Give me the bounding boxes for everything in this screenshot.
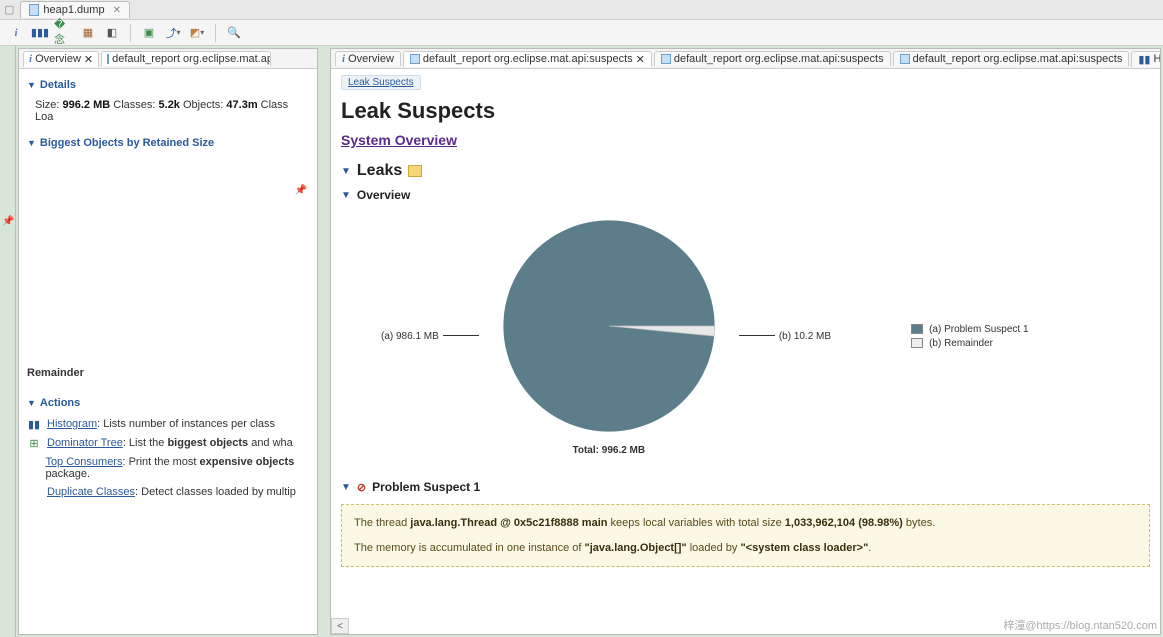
action-link[interactable]: Dominator Tree [47,437,123,449]
twistie-icon: ▼ [341,482,351,493]
breadcrumb-link[interactable]: Leak Suspects [348,77,414,88]
editor-tabbar: ▢ heap1.dump ✕ [0,0,1163,20]
action-duplicate-classes[interactable]: Duplicate Classes: Detect classes loaded… [27,483,309,501]
tab-report-2[interactable]: default_report org.eclipse.mat.api:suspe… [654,51,891,66]
pin-icon[interactable]: 📌 [2,216,14,227]
histogram-button[interactable]: ▮▮▮ [30,23,50,43]
details-header[interactable]: ▼ Details [27,73,309,97]
pin-icon[interactable]: 📌 [295,185,307,196]
heapdump-icon [29,4,39,16]
pie-total-label: Total: 996.2 MB [499,445,719,456]
details-section: ▼ Details Size: 996.2 MB Classes: 5.2k O… [19,69,317,359]
biggest-objects-header[interactable]: ▼ Biggest Objects by Retained Size [27,131,309,155]
report-icon [900,54,910,64]
detail-button[interactable]: ◧ [102,23,122,43]
blank-icon [27,486,41,498]
actions-header[interactable]: ▼ Actions [27,391,309,415]
legend-swatch-icon [911,324,923,334]
histogram-icon: ▮▮ [1138,53,1150,66]
action-histogram[interactable]: ▮▮ Histogram: Lists number of instances … [27,415,309,434]
action-dominator-tree[interactable]: ⊞ Dominator Tree: List the biggest objec… [27,434,309,453]
file-tab-heap1[interactable]: heap1.dump ✕ [20,1,130,18]
group-button[interactable]: ▦ [78,23,98,43]
folder-icon [408,165,422,177]
biggest-objects-body: 📌 [27,155,309,355]
pie-label-b: (b) 10.2 MB [739,331,831,342]
problem-text-2: The memory is accumulated in one instanc… [354,540,1137,557]
legend-item-b: (b) Remainder [911,338,1029,349]
info-button[interactable]: i [6,23,26,43]
actions-section: ▼ Actions ▮▮ Histogram: Lists number of … [19,387,317,505]
legend-swatch-icon [911,338,923,348]
leaks-header[interactable]: ▼ Leaks [341,162,1150,180]
toolbar: i ▮▮▮ �念 ▦ ◧ ▣ ⤴▾ ◩▾ 🔍 [0,20,1163,46]
export-button[interactable]: ⤴▾ [163,23,183,43]
twistie-icon: ▼ [27,138,36,148]
close-icon[interactable]: ✕ [636,53,645,66]
right-tabbar: iOverview default_report org.eclipse.mat… [331,49,1160,69]
remainder-label: Remainder [19,359,317,387]
close-tab-icon[interactable]: ✕ [113,5,121,16]
report-icon [410,54,420,64]
pie-chart-area: (a) 986.1 MB Total: 996.2 MB (b) 10.2 MB [341,206,1150,466]
tab-overview-label: Overview [35,53,81,65]
twistie-icon: ▼ [341,166,351,177]
pie-label-a: (a) 986.1 MB [381,331,479,342]
problem-suspect-box: The thread java.lang.Thread @ 0x5c21f888… [341,504,1150,567]
left-gutter: 📌 [0,46,16,637]
error-icon: ⊘ [357,481,366,494]
histogram-icon: ▮▮ [27,418,41,431]
action-link[interactable]: Top Consumers [45,456,122,468]
close-icon[interactable]: ✕ [84,53,93,66]
tab-default-report-label: default_report org.eclipse.mat.api: [112,53,271,65]
breadcrumb: Leak Suspects [341,75,421,90]
file-tab-label: heap1.dump [43,4,104,16]
toolbar-separator [130,24,131,42]
pie-legend: (a) Problem Suspect 1 (b) Remainder [911,321,1029,352]
details-body: Size: 996.2 MB Classes: 5.2k Objects: 47… [27,97,309,131]
info-icon: i [29,53,32,65]
problem-suspect-header[interactable]: ▼ ⊘ Problem Suspect 1 [341,480,1150,494]
save-button[interactable]: ▣ [139,23,159,43]
info-icon: i [342,53,345,65]
system-overview-link[interactable]: System Overview [341,132,457,148]
overview-header[interactable]: ▼ Overview [341,188,1150,202]
report-icon [661,54,671,64]
tab-histogram[interactable]: ▮▮Histogram [1131,51,1160,67]
problem-text-1: The thread java.lang.Thread @ 0x5c21f888… [354,515,1137,532]
blank-icon [27,456,39,480]
twistie-icon: ▼ [27,80,36,90]
back-button[interactable]: < [331,618,349,634]
workarea: 📌 i Overview ✕ default_report org.eclips… [0,46,1163,637]
page-title: Leak Suspects [341,98,1150,124]
tab-report-1[interactable]: default_report org.eclipse.mat.api:suspe… [403,51,652,67]
tree-icon: ⊞ [27,437,41,450]
report-pane: iOverview default_report org.eclipse.mat… [330,48,1161,635]
restore-icon[interactable]: ▢ [4,3,14,16]
toolbar-separator [215,24,216,42]
tab-overview[interactable]: iOverview [335,51,401,66]
pie-chart: Total: 996.2 MB [499,216,719,456]
action-link[interactable]: Duplicate Classes [47,486,135,498]
tab-overview[interactable]: i Overview ✕ [23,51,99,67]
tab-default-report[interactable]: default_report org.eclipse.mat.api: [101,51,271,66]
action-link[interactable]: Histogram [47,418,97,430]
twistie-icon: ▼ [27,398,36,408]
action-top-consumers[interactable]: Top Consumers: Print the most expensive … [27,453,309,483]
tree-button[interactable]: �念 [54,23,74,43]
left-tabbar: i Overview ✕ default_report org.eclipse.… [19,49,317,69]
report-body: Leak Suspects Leak Suspects System Overv… [331,69,1160,634]
twistie-icon: ▼ [341,190,351,201]
overview-pane: i Overview ✕ default_report org.eclipse.… [18,48,318,635]
search-button[interactable]: 🔍 [224,23,244,43]
tab-report-3[interactable]: default_report org.eclipse.mat.api:suspe… [893,51,1130,66]
watermark: 梓潼@https://blog.ntan520.com [1003,617,1157,633]
report-icon [107,54,109,64]
legend-item-a: (a) Problem Suspect 1 [911,324,1029,335]
dropdown-button[interactable]: ◩▾ [187,23,207,43]
